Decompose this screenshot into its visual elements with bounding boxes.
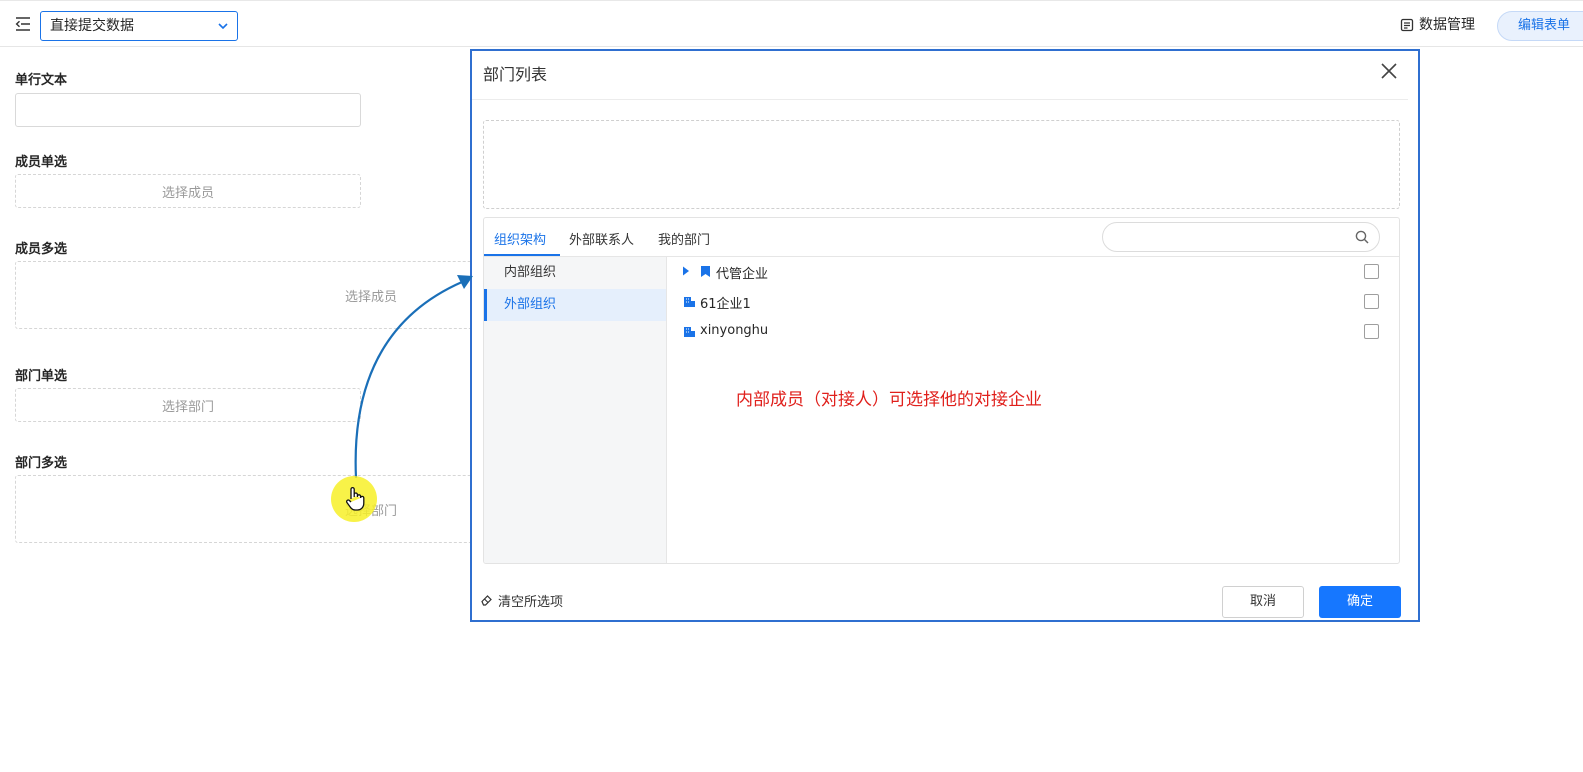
eraser-icon — [481, 595, 492, 606]
tab-org-structure[interactable]: 组织架构 — [494, 229, 546, 248]
sidebar-item-internal-org[interactable]: 内部组织 — [484, 257, 666, 289]
org-tree: 代管企业 61企业1 xinyonghu — [668, 257, 1399, 563]
department-list-dialog: 部门列表 组织架构 外部联系人 我的部门 内部组织 外部组织 代管企业 61企业… — [470, 49, 1420, 622]
view-select[interactable]: 直接提交数据 — [40, 11, 238, 41]
field-label-member-multi: 成员多选 — [15, 242, 68, 257]
close-icon[interactable] — [1379, 61, 1399, 81]
member-multi-placeholder: 选择成员 — [344, 289, 397, 305]
dialog-title: 部门列表 — [483, 65, 548, 84]
field-label-member-single: 成员单选 — [15, 155, 68, 170]
dept-single-picker[interactable]: 选择部门 — [15, 388, 361, 422]
tab-external-contacts[interactable]: 外部联系人 — [569, 229, 634, 248]
dialog-divider — [472, 99, 1408, 100]
single-text-input[interactable] — [15, 93, 361, 127]
menu-toggle-icon[interactable] — [14, 15, 32, 33]
edit-form-button[interactable]: 编辑表单 — [1497, 11, 1583, 41]
tab-bar: 组织架构 外部联系人 我的部门 — [484, 218, 1399, 257]
tree-row[interactable]: 61企业1 — [668, 287, 1399, 317]
data-management-button[interactable]: 数据管理 — [1400, 15, 1475, 35]
tree-item-checkbox[interactable] — [1364, 294, 1379, 309]
cancel-button[interactable]: 取消 — [1222, 586, 1304, 618]
top-bar: 直接提交数据 数据管理 编辑表单 — [0, 0, 1583, 47]
field-label-dept-multi: 部门多选 — [15, 456, 68, 471]
dept-single-placeholder: 选择部门 — [161, 399, 214, 415]
bookmark-icon — [701, 266, 710, 277]
tree-item-label: xinyonghu — [700, 323, 769, 338]
tree-item-checkbox[interactable] — [1364, 324, 1379, 339]
tree-item-label: 61企业1 — [700, 297, 751, 312]
chevron-down-icon — [218, 23, 228, 30]
annotation-text: 内部成员（对接人）可选择他的对接企业 — [736, 390, 1042, 410]
search-icon — [1355, 230, 1369, 244]
hand-pointer-icon — [346, 487, 365, 511]
selected-items-area[interactable] — [483, 120, 1400, 209]
member-single-picker[interactable]: 选择成员 — [15, 174, 361, 208]
clear-selection-button[interactable]: 清空所选项 — [480, 591, 563, 610]
active-tab-indicator — [484, 254, 560, 256]
tab-my-department[interactable]: 我的部门 — [658, 229, 710, 248]
document-icon — [1400, 18, 1414, 32]
confirm-button[interactable]: 确定 — [1319, 586, 1401, 618]
view-select-value: 直接提交数据 — [50, 18, 134, 34]
caret-right-icon[interactable] — [682, 266, 690, 276]
tree-row[interactable]: xinyonghu — [668, 317, 1399, 347]
tree-item-label: 代管企业 — [716, 267, 769, 282]
sidebar-item-external-org[interactable]: 外部组织 — [484, 289, 666, 321]
field-label-dept-single: 部门单选 — [15, 369, 68, 384]
edit-form-label: 编辑表单 — [1518, 18, 1571, 33]
org-sidebar: 内部组织 外部组织 — [484, 257, 667, 563]
field-label-single-text: 单行文本 — [15, 73, 68, 88]
tree-item-checkbox[interactable] — [1364, 264, 1379, 279]
building-icon — [684, 327, 695, 337]
member-single-placeholder: 选择成员 — [161, 185, 214, 201]
clear-selection-label: 清空所选项 — [498, 595, 564, 610]
tree-row[interactable]: 代管企业 — [668, 257, 1399, 287]
search-input[interactable] — [1102, 222, 1380, 252]
data-management-label: 数据管理 — [1419, 17, 1475, 33]
building-icon — [684, 297, 695, 307]
